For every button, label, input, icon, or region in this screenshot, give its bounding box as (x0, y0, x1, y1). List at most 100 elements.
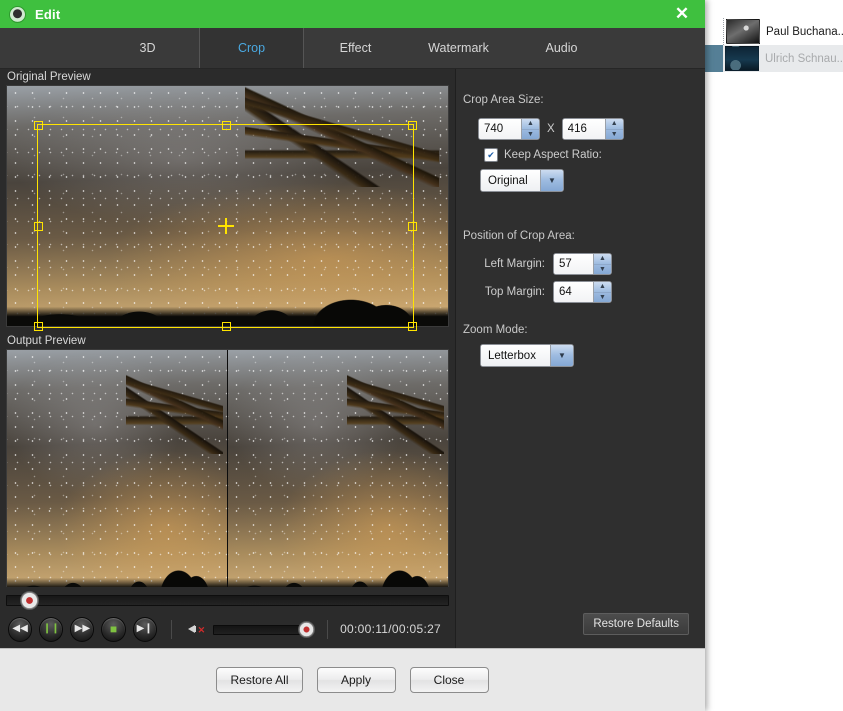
crop-height-arrows[interactable]: ▲ ▼ (605, 119, 623, 139)
crop-handle-top-center[interactable] (222, 121, 231, 130)
chevron-down-icon[interactable]: ▼ (540, 170, 563, 191)
zoom-mode-label: Zoom Mode: (463, 324, 528, 336)
pause-icon: ❙❙ (43, 624, 60, 634)
aspect-ratio-dropdown[interactable]: Original ▼ (480, 169, 564, 192)
top-margin-label: Top Margin: (479, 286, 545, 298)
restore-defaults-button[interactable]: Restore Defaults (583, 613, 689, 635)
tab-audio[interactable]: Audio (510, 28, 613, 68)
stepper-up-icon[interactable]: ▲ (594, 254, 611, 264)
stepper-down-icon[interactable]: ▼ (522, 129, 539, 140)
zoom-mode-dropdown[interactable]: Letterbox ▼ (480, 344, 574, 367)
left-margin-label: Left Margin: (479, 258, 545, 270)
volume-slider[interactable] (213, 621, 313, 637)
dialog-titlebar: Edit ✕ (0, 0, 705, 28)
tab-3d[interactable]: 3D (96, 28, 199, 68)
close-button[interactable]: Close (410, 667, 489, 693)
keep-aspect-ratio-row[interactable]: Keep Aspect Ratio: (484, 148, 602, 162)
screen-root: Paul Buchana... Ulrich Schnau... Edit ✕ … (0, 0, 843, 711)
rewind-button[interactable]: ◀◀ (8, 617, 32, 642)
top-margin-stepper[interactable]: ▲ ▼ (553, 281, 612, 303)
stepper-up-icon[interactable]: ▲ (606, 119, 623, 129)
crop-height-input[interactable] (563, 119, 605, 139)
seek-track[interactable] (6, 595, 449, 606)
tab-bar: 3D Crop Effect Watermark Audio (0, 28, 705, 69)
output-frame-right (227, 350, 448, 598)
top-margin-input[interactable] (554, 282, 593, 302)
tab-crop[interactable]: Crop (199, 28, 304, 68)
next-frame-button[interactable]: ▶❙ (133, 617, 157, 642)
close-icon[interactable]: ✕ (659, 0, 705, 28)
left-margin-stepper[interactable]: ▲ ▼ (553, 253, 612, 275)
stepper-down-icon[interactable]: ▼ (594, 264, 611, 275)
stereoscopic-output (7, 350, 448, 598)
crop-height-stepper[interactable]: ▲ ▼ (562, 118, 624, 140)
position-of-crop-area-label: Position of Crop Area: (463, 230, 575, 242)
stop-button[interactable]: ■ (101, 617, 125, 642)
speaker-muted-icon[interactable]: ✕ (188, 621, 205, 637)
output-preview-label: Output Preview (0, 333, 455, 349)
volume-thumb[interactable] (298, 621, 315, 638)
seek-thumb[interactable] (20, 591, 39, 610)
drag-handle[interactable] (705, 45, 723, 72)
crop-handle-bottom-left[interactable] (34, 322, 43, 331)
edit-dialog: Edit ✕ 3D Crop Effect Watermark Audio Or… (0, 0, 705, 711)
crop-width-arrows[interactable]: ▲ ▼ (521, 119, 539, 139)
fast-forward-button[interactable]: ▶▶ (70, 617, 94, 642)
pause-button[interactable]: ❙❙ (39, 617, 63, 642)
thumbnail-icon (725, 46, 759, 71)
crop-width-stepper[interactable]: ▲ ▼ (478, 118, 540, 140)
crop-selection-rectangle[interactable] (37, 124, 414, 328)
crop-handle-top-left[interactable] (34, 121, 43, 130)
crop-handle-middle-right[interactable] (408, 222, 417, 231)
aspect-ratio-value: Original (481, 170, 540, 191)
crop-settings-pane: Crop Area Size: ▲ ▼ X ▲ ▼ (455, 69, 705, 649)
crop-width-input[interactable] (479, 119, 521, 139)
left-margin-input[interactable] (554, 254, 593, 274)
keep-aspect-ratio-checkbox[interactable] (484, 148, 498, 162)
zoom-mode-value: Letterbox (481, 345, 550, 366)
apply-button[interactable]: Apply (317, 667, 396, 693)
divider (171, 620, 172, 639)
output-preview-canvas (6, 349, 449, 599)
stepper-up-icon[interactable]: ▲ (594, 282, 611, 292)
original-preview-label: Original Preview (0, 69, 455, 85)
crop-handle-bottom-right[interactable] (408, 322, 417, 331)
background-track-list: Paul Buchana... Ulrich Schnau... (705, 18, 843, 72)
original-preview-canvas[interactable] (6, 85, 449, 327)
drag-handle[interactable] (705, 18, 724, 45)
rewind-icon: ◀◀ (12, 624, 27, 634)
dialog-body: Original Preview (0, 69, 705, 649)
time-display: 00:00:11/00:05:27 (340, 622, 441, 636)
divider (327, 620, 328, 639)
tab-watermark[interactable]: Watermark (407, 28, 510, 68)
crop-handle-top-right[interactable] (408, 121, 417, 130)
list-item[interactable]: Ulrich Schnau... (705, 45, 843, 72)
top-margin-arrows[interactable]: ▲ ▼ (593, 282, 611, 302)
stepper-up-icon[interactable]: ▲ (522, 119, 539, 129)
crop-center-crosshair-icon[interactable] (218, 218, 234, 234)
next-frame-icon: ▶❙ (137, 624, 153, 634)
playback-button-row: ◀◀ ❙❙ ▶▶ ■ ▶❙ ✕ (0, 611, 455, 647)
crop-handle-middle-left[interactable] (34, 222, 43, 231)
list-item-label: Paul Buchana... (766, 26, 843, 38)
dialog-title: Edit (35, 7, 60, 22)
background-app-panel: Paul Buchana... Ulrich Schnau... (705, 0, 843, 711)
size-separator-label: X (547, 123, 555, 135)
transport-controls: ◀◀ ❙❙ ▶▶ ■ ▶❙ ✕ (0, 587, 455, 649)
left-margin-arrows[interactable]: ▲ ▼ (593, 254, 611, 274)
stepper-down-icon[interactable]: ▼ (594, 292, 611, 303)
preview-pane: Original Preview (0, 69, 455, 649)
stop-icon: ■ (110, 623, 117, 635)
tab-effect[interactable]: Effect (304, 28, 407, 68)
thumbnail-icon (726, 19, 760, 44)
fast-forward-icon: ▶▶ (75, 624, 90, 634)
restore-all-button[interactable]: Restore All (216, 667, 302, 693)
crop-handle-bottom-center[interactable] (222, 322, 231, 331)
list-item[interactable]: Paul Buchana... (705, 18, 843, 45)
list-item-label: Ulrich Schnau... (765, 53, 843, 65)
seek-bar[interactable] (6, 591, 449, 607)
chevron-down-icon[interactable]: ▼ (550, 345, 573, 366)
keep-aspect-ratio-label: Keep Aspect Ratio: (504, 149, 602, 161)
crop-area-size-label: Crop Area Size: (463, 94, 544, 106)
stepper-down-icon[interactable]: ▼ (606, 129, 623, 140)
